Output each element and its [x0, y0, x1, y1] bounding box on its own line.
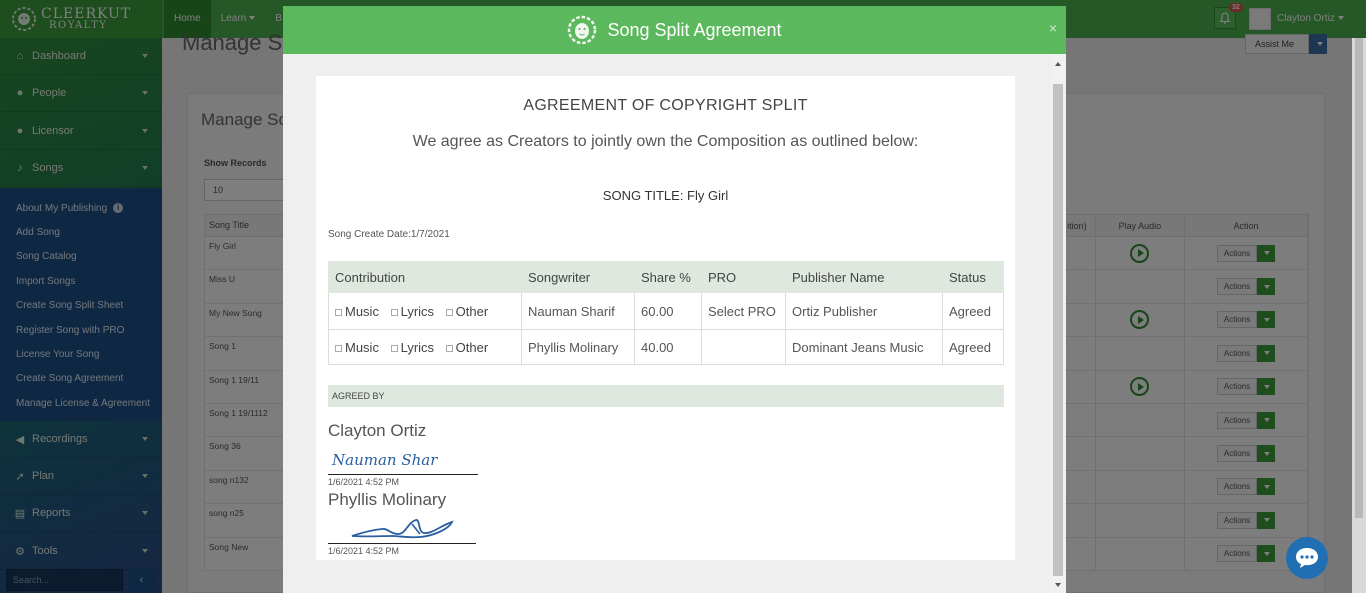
song-title: SONG TITLE: Fly Girl: [602, 188, 729, 203]
songwriter-cell: Nauman Sharif: [521, 292, 635, 330]
close-icon[interactable]: ×: [1049, 20, 1057, 36]
pro-cell: [701, 329, 786, 365]
signature-date: 1/6/2021 4:52 PM: [328, 546, 400, 556]
signer-name: Clayton Ortiz: [328, 421, 427, 440]
column-header-contribution: Contribution: [328, 261, 522, 293]
agreement-heading: AGREEMENT OF COPYRIGHT SPLIT: [523, 97, 808, 114]
split-table-header: Contribution Songwriter Share % PRO Publ…: [328, 261, 1004, 293]
signature-line: [328, 474, 478, 475]
column-header-share: Share %: [634, 261, 702, 293]
scroll-up-icon[interactable]: [1055, 62, 1061, 66]
share-cell: 40.00: [634, 329, 702, 365]
lion-logo-icon: [568, 15, 597, 45]
signature-line: [328, 543, 476, 544]
split-table: Contribution Songwriter Share % PRO Publ…: [328, 261, 1004, 365]
modal-scrollbar[interactable]: [1050, 54, 1066, 593]
signature-image: Nauman Sharif: [331, 451, 438, 469]
music-checkbox[interactable]: [335, 344, 342, 352]
signature-image: [351, 519, 454, 539]
scroll-down-icon[interactable]: [1055, 583, 1061, 587]
agreed-by-header: AGREED BY: [328, 385, 1004, 407]
signer-name: Phyllis Molinary: [328, 490, 447, 509]
column-header-status: Status: [942, 261, 1004, 293]
lyrics-checkbox[interactable]: [390, 344, 398, 352]
scrollbar-thumb[interactable]: [1053, 84, 1063, 576]
chat-button[interactable]: [1286, 537, 1328, 579]
modal-header: Song Split Agreement ×: [283, 6, 1066, 54]
table-row: Music Lyrics Other Nauman Sharif 60.00 S…: [328, 292, 1004, 330]
modal-title: Song Split Agreement: [607, 19, 782, 40]
column-header-songwriter: Songwriter: [521, 261, 635, 293]
share-cell: 60.00: [634, 292, 702, 330]
table-row: Music Lyrics Other Phyllis Molinary 40.0…: [328, 329, 1004, 365]
scrollbar-thumb[interactable]: [1355, 38, 1363, 518]
publisher-cell: Ortiz Publisher: [785, 292, 943, 330]
song-split-agreement-modal: Song Split Agreement × AGREEMENT OF COPY…: [283, 6, 1066, 593]
column-header-pro: PRO: [701, 261, 786, 293]
signature-date: 1/6/2021 4:52 PM: [328, 477, 400, 487]
songwriter-cell: Phyllis Molinary: [521, 329, 635, 365]
column-header-publisher: Publisher Name: [785, 261, 943, 293]
lyrics-checkbox[interactable]: [390, 308, 398, 316]
publisher-cell: Dominant Jeans Music: [785, 329, 943, 365]
status-cell: Agreed: [942, 329, 1004, 365]
other-checkbox[interactable]: [445, 344, 453, 352]
chat-icon: [1296, 548, 1318, 568]
page-scrollbar[interactable]: [1352, 38, 1366, 593]
contribution-cell: Music Lyrics Other: [328, 329, 522, 365]
status-cell: Agreed: [942, 292, 1004, 330]
agreement-subheading: We agree as Creators to jointly own the …: [412, 133, 919, 150]
contribution-cell: Music Lyrics Other: [328, 292, 522, 330]
agreement-document: AGREEMENT OF COPYRIGHT SPLIT We agree as…: [316, 76, 1015, 560]
other-checkbox[interactable]: [445, 308, 453, 316]
music-checkbox[interactable]: [335, 308, 342, 316]
pro-cell: Select PRO: [701, 292, 786, 330]
song-create-date: Song Create Date:1/7/2021: [328, 229, 450, 240]
svg-text:Nauman Sharif: Nauman Sharif: [331, 451, 438, 469]
